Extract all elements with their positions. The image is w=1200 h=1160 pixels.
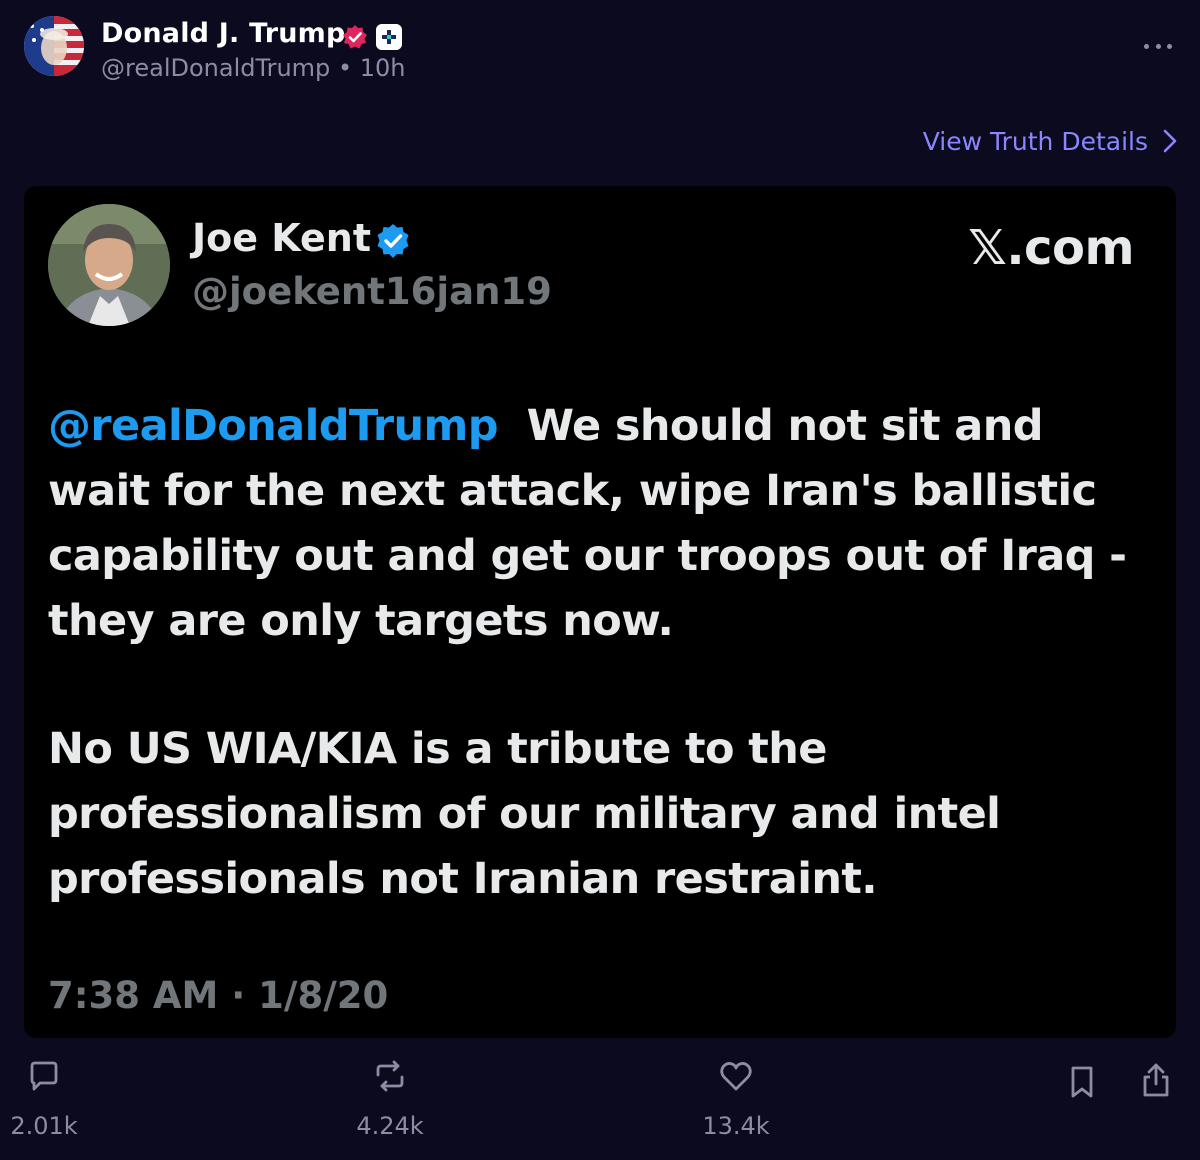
repost-button[interactable]: 4.24k xyxy=(350,1058,430,1140)
embed-avatar xyxy=(48,204,170,326)
share-icon[interactable] xyxy=(1138,1062,1174,1098)
embed-source-label: 𝕏.com xyxy=(968,220,1134,276)
like-icon xyxy=(720,1062,752,1091)
chevron-right-icon xyxy=(1163,129,1177,153)
embed-paragraph-1: @realDonaldTrump We should not sit and w… xyxy=(48,394,1148,654)
repost-icon xyxy=(376,1060,404,1092)
embed-author-handle: @joekent16jan19 xyxy=(192,270,552,313)
embed-timestamp: 7:38 AM · 1/8/20 xyxy=(48,974,389,1017)
embed-avatar-image xyxy=(48,204,170,326)
meta-separator: • xyxy=(337,54,353,82)
reply-icon xyxy=(30,1061,58,1091)
view-details-link[interactable]: View Truth Details xyxy=(923,124,1178,158)
embed-mention: @realDonaldTrump xyxy=(48,401,499,451)
author-meta: @realDonaldTrump • 10h xyxy=(101,54,405,82)
view-details-label: View Truth Details xyxy=(922,126,1148,156)
reply-button[interactable]: 2.01k xyxy=(4,1058,84,1140)
more-dot xyxy=(1144,43,1149,49)
action-bar: 2.01k 4.24k 13.4k xyxy=(0,1058,1200,1158)
more-dot xyxy=(1155,43,1161,49)
like-count: 13.4k xyxy=(702,1112,770,1140)
embed-author-name: Joe Kent xyxy=(192,216,372,260)
verified-icon xyxy=(343,25,367,49)
author-name[interactable]: Donald J. Trump xyxy=(101,18,346,49)
more-icon[interactable] xyxy=(1140,36,1176,56)
post-age: 10h xyxy=(359,54,406,82)
bookmark-icon[interactable] xyxy=(1064,1064,1100,1100)
repost-count: 4.24k xyxy=(356,1112,424,1140)
author-avatar[interactable] xyxy=(24,16,84,76)
like-button[interactable]: 13.4k xyxy=(696,1058,776,1140)
embedded-image[interactable]: Joe Kent @joekent16jan19 𝕏.com @realDona… xyxy=(24,186,1176,1038)
post-header: Donald J. Trump @realDonaldTrump • 10h xyxy=(24,16,1176,86)
author-handle[interactable]: @realDonaldTrump xyxy=(101,54,330,82)
reply-count: 2.01k xyxy=(10,1112,78,1140)
verified-icon xyxy=(377,224,409,258)
more-dot xyxy=(1167,43,1172,49)
embed-paragraph-2: No US WIA/KIA is a tribute to the profes… xyxy=(48,724,1001,904)
embed-tweet-text: @realDonaldTrump We should not sit and w… xyxy=(48,394,1148,912)
avatar-image xyxy=(24,16,84,76)
plus-icon xyxy=(376,24,402,50)
